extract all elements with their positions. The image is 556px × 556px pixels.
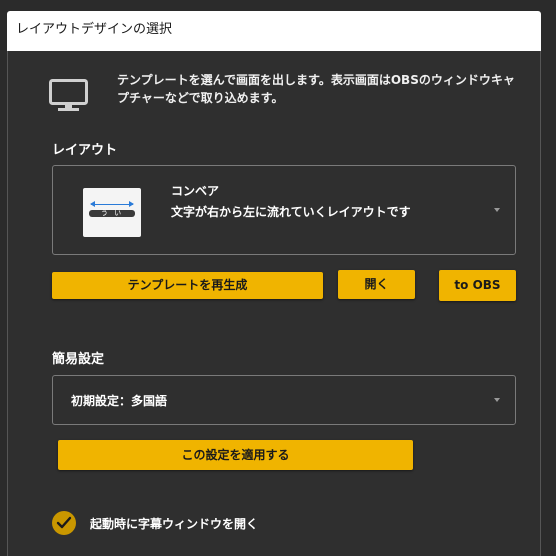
layout-name: コンベア xyxy=(171,184,220,198)
apply-preset-button[interactable]: この設定を適用する xyxy=(58,440,413,470)
thumbnail-arrow-right xyxy=(129,201,134,207)
dialog-body xyxy=(7,51,541,556)
preset-section-label: 簡易設定 xyxy=(52,352,105,367)
preset-value: 初期設定：多国語 xyxy=(71,394,168,408)
title-bar: レイアウトデザインの選択 xyxy=(7,11,541,51)
layout-thumbnail: う い xyxy=(83,188,141,237)
to-obs-button[interactable]: to OBS xyxy=(439,270,516,301)
startup-checkbox[interactable] xyxy=(52,511,76,535)
intro-text: テンプレートを選んで画面を出します。表示画面はOBSのウィンドウキャプチャーなど… xyxy=(117,73,515,105)
layout-description: 文字が右から左に流れていくレイアウトです xyxy=(171,205,411,219)
chevron-down-icon xyxy=(494,398,500,402)
monitor-icon xyxy=(49,79,88,111)
startup-checkbox-label: 起動時に字幕ウィンドウを開く xyxy=(90,517,259,531)
window-title: レイアウトデザインの選択 xyxy=(16,22,173,37)
layout-section-label: レイアウト xyxy=(52,143,118,158)
regenerate-template-button[interactable]: テンプレートを再生成 xyxy=(52,272,323,299)
open-button[interactable]: 開く xyxy=(338,270,415,299)
thumbnail-arrow-left xyxy=(90,201,95,207)
thumbnail-text: う い xyxy=(100,209,124,217)
checkmark-icon xyxy=(56,516,72,529)
layout-dropdown[interactable]: う い コンベア 文字が右から左に流れていくレイアウトです xyxy=(52,165,516,255)
preset-dropdown[interactable]: 初期設定：多国語 xyxy=(52,375,516,425)
thumbnail-arrow xyxy=(91,204,133,205)
chevron-down-icon xyxy=(494,208,500,212)
